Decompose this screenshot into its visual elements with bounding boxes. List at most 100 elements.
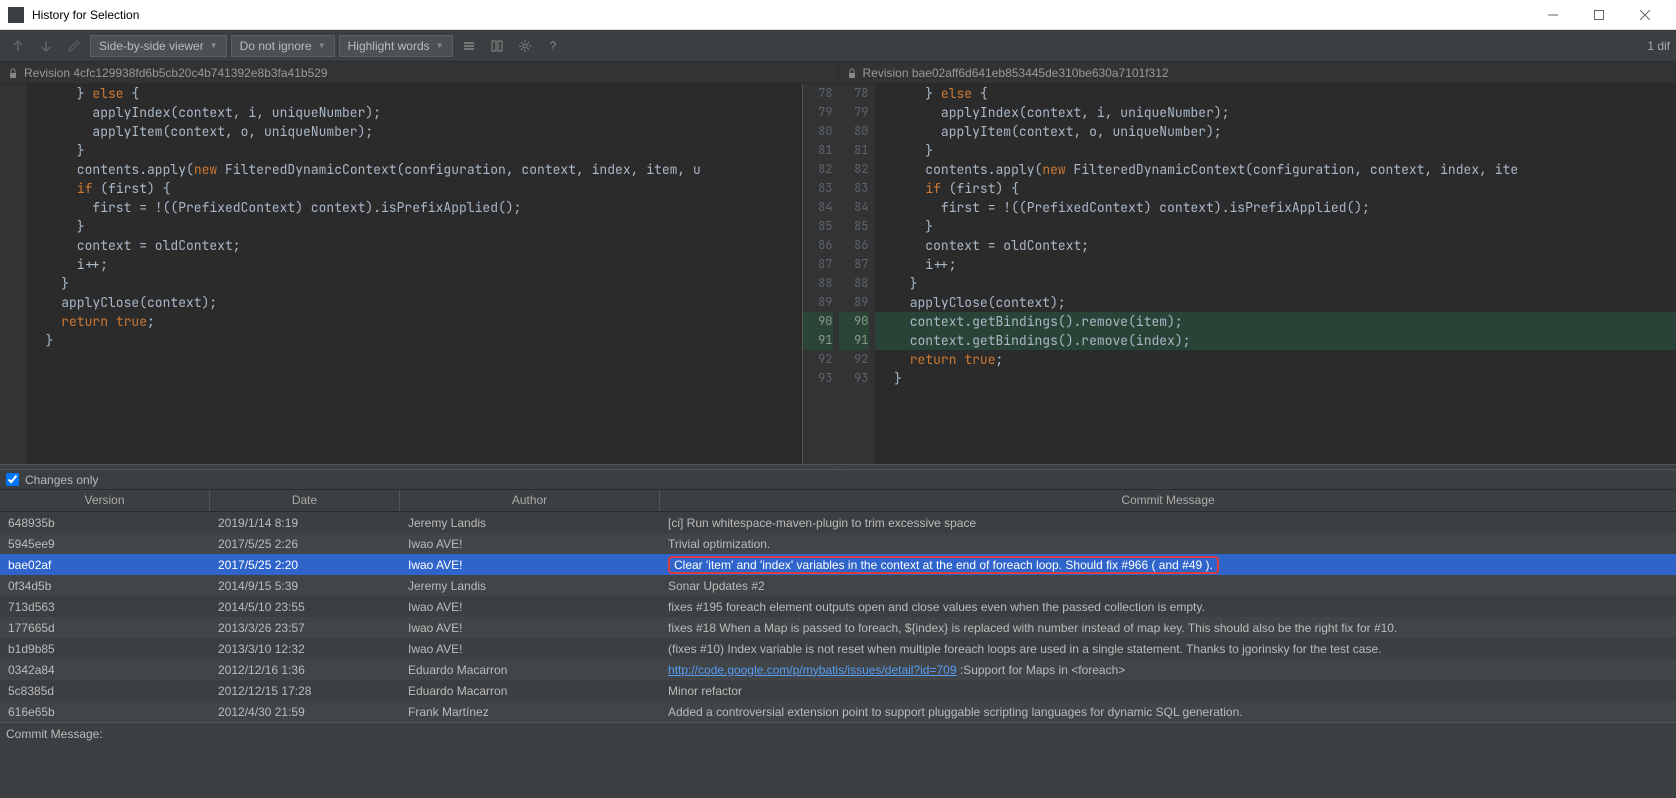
code-line[interactable]: } — [26, 141, 802, 160]
code-line[interactable]: } else { — [26, 84, 802, 103]
cell-commit-message: [ci] Run whitespace-maven-plugin to trim… — [660, 516, 1676, 530]
changes-only-checkbox[interactable] — [6, 473, 19, 486]
left-code[interactable]: } else { applyIndex(context, i, uniqueNu… — [26, 84, 802, 464]
commit-table-header: Version Date Author Commit Message — [0, 490, 1676, 512]
diff-right-pane[interactable]: } else { applyIndex(context, i, uniqueNu… — [875, 84, 1676, 464]
next-diff-button[interactable] — [34, 34, 58, 58]
code-line[interactable]: } — [26, 331, 802, 350]
code-line[interactable]: return true; — [26, 312, 802, 331]
col-version[interactable]: Version — [0, 490, 210, 511]
code-line[interactable]: applyClose(context); — [26, 293, 802, 312]
diff-left-pane[interactable]: } else { applyIndex(context, i, uniqueNu… — [0, 84, 803, 464]
code-line[interactable]: first = !((PrefixedContext) context).isP… — [26, 198, 802, 217]
right-revision-label: Revision bae02aff6d641eb853445de310be630… — [863, 66, 1169, 80]
table-row[interactable]: 648935b2019/1/14 8:19Jeremy Landis[ci] R… — [0, 512, 1676, 533]
cell-author: Jeremy Landis — [400, 579, 660, 593]
cell-author: Iwao AVE! — [400, 621, 660, 635]
prev-diff-button[interactable] — [6, 34, 30, 58]
col-author[interactable]: Author — [400, 490, 660, 511]
code-line[interactable]: applyIndex(context, i, uniqueNumber); — [875, 103, 1676, 122]
code-line[interactable]: contents.apply(new FilteredDynamicContex… — [26, 160, 802, 179]
cell-commit-message: Sonar Updates #2 — [660, 579, 1676, 593]
left-revision-header: Revision 4cfc129938fd6b5cb20c4b741392e8b… — [0, 62, 838, 83]
cell-author: Jeremy Landis — [400, 516, 660, 530]
code-line[interactable]: } — [875, 369, 1676, 388]
window-titlebar: History for Selection — [0, 0, 1676, 30]
cell-commit-message: fixes #18 When a Map is passed to foreac… — [660, 621, 1676, 635]
edit-diff-button[interactable] — [62, 34, 86, 58]
viewer-mode-dropdown[interactable]: Side-by-side viewer ▼ — [90, 35, 227, 57]
chevron-down-icon: ▼ — [436, 41, 444, 50]
cell-date: 2019/1/14 8:19 — [210, 516, 400, 530]
code-line[interactable]: context.getBindings().remove(index); — [875, 331, 1676, 350]
diff-count-label: 1 dif — [1647, 39, 1670, 53]
cell-commit-message: http://code.google.com/p/mybatis/issues/… — [660, 663, 1676, 677]
viewer-mode-label: Side-by-side viewer — [99, 39, 204, 53]
cell-commit-message: Added a controversial extension point to… — [660, 705, 1676, 719]
code-line[interactable]: } else { — [875, 84, 1676, 103]
code-line[interactable]: applyIndex(context, i, uniqueNumber); — [26, 103, 802, 122]
cell-date: 2017/5/25 2:26 — [210, 537, 400, 551]
table-row[interactable]: bae02af2017/5/25 2:20Iwao AVE!Clear 'ite… — [0, 554, 1676, 575]
cell-date: 2012/12/15 17:28 — [210, 684, 400, 698]
code-line[interactable]: i++; — [26, 255, 802, 274]
center-gutter: 78798081828384858687888990919293 7879808… — [803, 84, 875, 464]
code-line[interactable]: applyItem(context, o, uniqueNumber); — [875, 122, 1676, 141]
minimize-button[interactable] — [1530, 0, 1576, 30]
commit-link[interactable]: http://code.google.com/p/mybatis/issues/… — [668, 663, 957, 677]
table-row[interactable]: 177665d2013/3/26 23:57Iwao AVE!fixes #18… — [0, 617, 1676, 638]
help-button[interactable]: ? — [541, 34, 565, 58]
code-line[interactable]: applyClose(context); — [875, 293, 1676, 312]
code-line[interactable]: return true; — [875, 350, 1676, 369]
sync-scroll-button[interactable] — [485, 34, 509, 58]
code-line[interactable]: first = !((PrefixedContext) context).isP… — [875, 198, 1676, 217]
code-line[interactable]: contents.apply(new FilteredDynamicContex… — [875, 160, 1676, 179]
col-date[interactable]: Date — [210, 490, 400, 511]
right-code[interactable]: } else { applyIndex(context, i, uniqueNu… — [875, 84, 1676, 464]
close-button[interactable] — [1622, 0, 1668, 30]
cell-date: 2014/5/10 23:55 — [210, 600, 400, 614]
lock-icon — [847, 68, 857, 78]
cell-date: 2013/3/10 12:32 — [210, 642, 400, 656]
code-line[interactable]: } — [875, 274, 1676, 293]
diff-toolbar: Side-by-side viewer ▼ Do not ignore ▼ Hi… — [0, 30, 1676, 62]
code-line[interactable]: applyItem(context, o, uniqueNumber); — [26, 122, 802, 141]
cell-author: Iwao AVE! — [400, 600, 660, 614]
table-row[interactable]: 0f34d5b2014/9/15 5:39Jeremy LandisSonar … — [0, 575, 1676, 596]
ignore-mode-dropdown[interactable]: Do not ignore ▼ — [231, 35, 335, 57]
cell-commit-message: (fixes #10) Index variable is not reset … — [660, 642, 1676, 656]
code-line[interactable]: if (first) { — [875, 179, 1676, 198]
col-commit-message[interactable]: Commit Message — [660, 490, 1676, 511]
cell-version: 177665d — [0, 621, 210, 635]
left-gutter — [0, 84, 26, 464]
left-revision-label: Revision 4cfc129938fd6b5cb20c4b741392e8b… — [24, 66, 328, 80]
highlight-mode-dropdown[interactable]: Highlight words ▼ — [339, 35, 453, 57]
code-line[interactable]: i++; — [875, 255, 1676, 274]
collapse-unchanged-button[interactable] — [457, 34, 481, 58]
code-line[interactable]: } — [875, 141, 1676, 160]
cell-version: 0f34d5b — [0, 579, 210, 593]
code-line[interactable]: context = oldContext; — [26, 236, 802, 255]
cell-version: 713d563 — [0, 600, 210, 614]
maximize-button[interactable] — [1576, 0, 1622, 30]
code-line[interactable]: if (first) { — [26, 179, 802, 198]
table-row[interactable]: 5945ee92017/5/25 2:26Iwao AVE!Trivial op… — [0, 533, 1676, 554]
code-line[interactable]: } — [26, 274, 802, 293]
code-line[interactable]: } — [26, 217, 802, 236]
diff-body: } else { applyIndex(context, i, uniqueNu… — [0, 84, 1676, 464]
cell-version: bae02af — [0, 558, 210, 572]
settings-button[interactable] — [513, 34, 537, 58]
window-title: History for Selection — [32, 8, 139, 22]
commit-table-body: 648935b2019/1/14 8:19Jeremy Landis[ci] R… — [0, 512, 1676, 722]
table-row[interactable]: 5c8385d2012/12/15 17:28Eduardo MacarronM… — [0, 680, 1676, 701]
code-line[interactable]: context = oldContext; — [875, 236, 1676, 255]
table-row[interactable]: 713d5632014/5/10 23:55Iwao AVE!fixes #19… — [0, 596, 1676, 617]
ignore-mode-label: Do not ignore — [240, 39, 312, 53]
cell-version: 648935b — [0, 516, 210, 530]
code-line[interactable]: context.getBindings().remove(item); — [875, 312, 1676, 331]
cell-author: Iwao AVE! — [400, 642, 660, 656]
table-row[interactable]: b1d9b852013/3/10 12:32Iwao AVE!(fixes #1… — [0, 638, 1676, 659]
table-row[interactable]: 0342a842012/12/16 1:36Eduardo Macarronht… — [0, 659, 1676, 680]
table-row[interactable]: 616e65b2012/4/30 21:59Frank MartínezAdde… — [0, 701, 1676, 722]
code-line[interactable]: } — [875, 217, 1676, 236]
